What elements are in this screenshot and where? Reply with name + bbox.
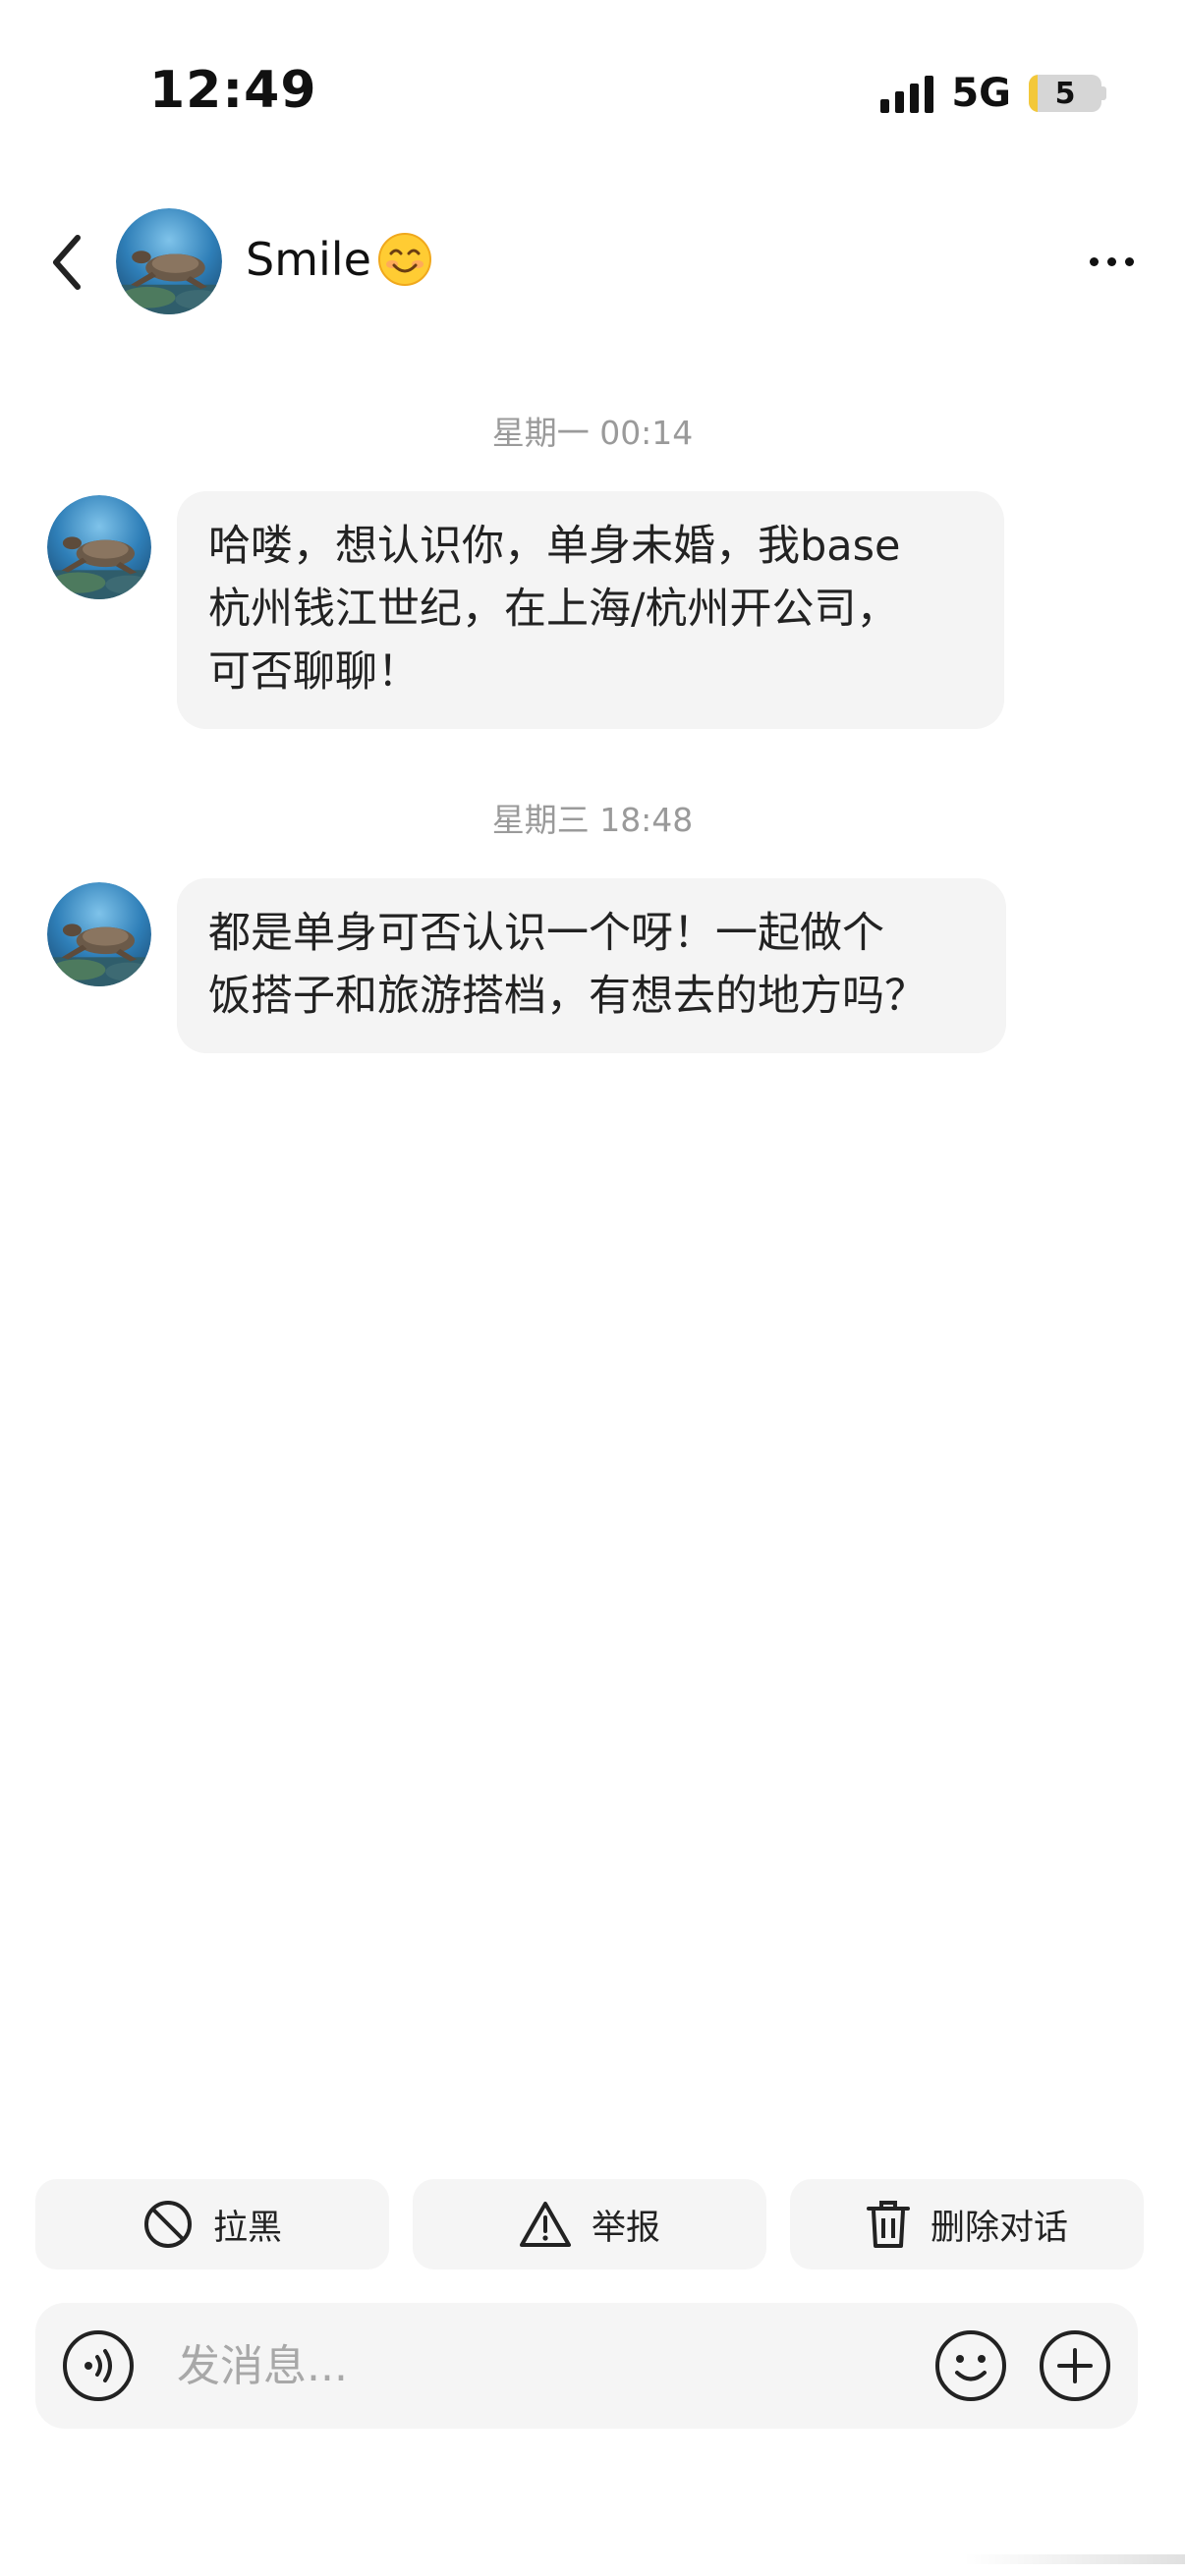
delete-conversation-button[interactable]: 删除对话 xyxy=(790,2179,1144,2269)
ellipsis-icon xyxy=(1089,256,1134,266)
emoji-button[interactable] xyxy=(933,2328,1008,2403)
plus-icon xyxy=(1040,2330,1110,2401)
battery-icon: 5 xyxy=(1029,75,1101,112)
status-indicators: 5G 5 xyxy=(880,69,1106,118)
warning-icon xyxy=(519,2202,571,2247)
battery-level: 5 xyxy=(1054,76,1076,111)
status-time: 12:49 xyxy=(149,61,317,120)
message-bubble: 哈喽，想认识你，单身未婚，我base 杭州钱江世纪，在上海/杭州开公司， 可否聊… xyxy=(177,491,1004,729)
block-label: 拉黑 xyxy=(212,2208,282,2248)
message-input[interactable] xyxy=(177,2328,904,2403)
turtle-avatar-image xyxy=(47,882,151,986)
report-label: 举报 xyxy=(591,2208,660,2248)
voice-input-button[interactable] xyxy=(61,2328,136,2403)
message-timestamp: 星期三 18:48 xyxy=(491,801,694,839)
back-button[interactable] xyxy=(39,228,94,297)
signal-icon xyxy=(880,74,934,113)
network-type: 5G xyxy=(951,71,1011,116)
message-line: 可否聊聊！ xyxy=(208,647,420,697)
home-indicator xyxy=(963,2554,1185,2564)
voice-icon xyxy=(63,2330,134,2401)
message-bubble: 都是单身可否认识一个呀！一起做个 饭搭子和旅游搭档，有想去的地方吗？ xyxy=(177,878,1006,1053)
contact-avatar[interactable] xyxy=(116,208,222,314)
block-icon xyxy=(143,2201,192,2248)
delete-conversation-label: 删除对话 xyxy=(930,2208,1068,2248)
report-button[interactable]: 举报 xyxy=(413,2179,766,2269)
trash-icon xyxy=(866,2201,910,2248)
sender-avatar[interactable] xyxy=(47,495,151,599)
turtle-avatar-image xyxy=(116,208,222,314)
turtle-avatar-image xyxy=(47,495,151,599)
message-line: 杭州钱江世纪，在上海/杭州开公司， xyxy=(208,585,899,634)
more-options-button[interactable] xyxy=(1077,232,1146,291)
block-button[interactable]: 拉黑 xyxy=(35,2179,389,2269)
add-attachment-button[interactable] xyxy=(1038,2328,1112,2403)
smiling-face-emoji-icon xyxy=(377,233,431,286)
message-timestamp: 星期一 00:14 xyxy=(491,414,694,452)
message-line: 饭搭子和旅游搭档，有想去的地方吗？ xyxy=(208,972,927,1021)
message-line: 都是单身可否认识一个呀！一起做个 xyxy=(208,909,884,958)
message-line: 哈喽，想认识你，单身未婚，我base xyxy=(208,522,901,571)
contact-name: Smile xyxy=(246,233,371,286)
smiley-icon xyxy=(935,2330,1006,2401)
sender-avatar[interactable] xyxy=(47,882,151,986)
contact-name-area[interactable]: Smile xyxy=(246,232,432,287)
chevron-left-icon xyxy=(53,235,81,290)
